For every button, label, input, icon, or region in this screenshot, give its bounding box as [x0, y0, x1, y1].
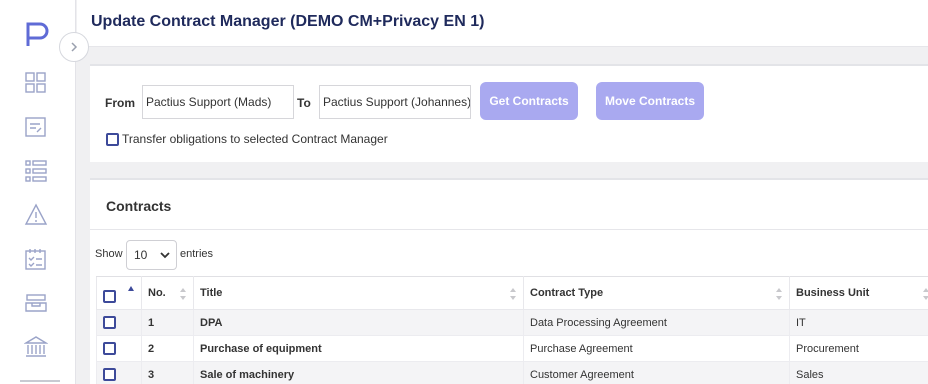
select-all-header[interactable]	[96, 276, 142, 310]
cell-contract-type: Purchase Agreement	[523, 335, 790, 362]
table-row[interactable]: 1 DPA Data Processing Agreement IT	[96, 309, 928, 336]
cell-title[interactable]: Purchase of equipment	[193, 335, 524, 362]
cell-contract-type: Data Processing Agreement	[523, 309, 790, 336]
from-manager-field[interactable]: Pactius Support (Mads)	[142, 85, 294, 119]
cell-no: 3	[141, 361, 194, 384]
cell-contract-type: Customer Agreement	[523, 361, 790, 384]
column-header-no[interactable]: No.	[141, 276, 194, 310]
transfer-obligations-checkbox[interactable]	[106, 133, 119, 146]
cell-business-unit: Sales	[789, 361, 928, 384]
cell-business-unit: Procurement	[789, 335, 928, 362]
chevron-right-icon	[71, 42, 78, 52]
transfer-obligations-label: Transfer obligations to selected Contrac…	[122, 132, 388, 146]
page-size-value: 10	[134, 248, 148, 262]
column-header-business-unit[interactable]: Business Unit	[789, 276, 928, 310]
column-header-no-label: No.	[148, 287, 166, 299]
sidebar-divider	[20, 380, 60, 382]
dashboard-grid-icon[interactable]	[24, 71, 48, 95]
entries-label: entries	[180, 248, 214, 260]
warning-icon[interactable]	[24, 203, 48, 227]
sidebar-toggle-button[interactable]	[59, 32, 89, 62]
table-row[interactable]: 3 Sale of machinery Customer Agreement S…	[96, 361, 928, 384]
move-contracts-button[interactable]: Move Contracts	[596, 82, 704, 120]
cell-title[interactable]: Sale of machinery	[193, 361, 524, 384]
sort-icon	[776, 288, 782, 300]
column-header-title-label: Title	[200, 287, 223, 299]
column-header-business-unit-label: Business Unit	[796, 287, 870, 299]
from-label: From	[105, 96, 135, 110]
select-all-checkbox[interactable]	[103, 289, 116, 303]
document-edit-icon[interactable]	[24, 115, 48, 139]
contracts-table: No. Title Contract Type Business Unit 1 …	[96, 276, 928, 384]
cell-business-unit: IT	[789, 309, 928, 336]
sort-icon	[923, 288, 928, 300]
sort-icon	[510, 288, 516, 300]
show-label: Show	[95, 248, 123, 260]
get-contracts-button[interactable]: Get Contracts	[480, 82, 578, 120]
column-header-title[interactable]: Title	[193, 276, 524, 310]
table-row[interactable]: 2 Purchase of equipment Purchase Agreeme…	[96, 335, 928, 362]
cell-no: 2	[141, 335, 194, 362]
transfer-form-panel: From Pactius Support (Mads) To Pactius S…	[90, 64, 928, 162]
row-checkbox[interactable]	[103, 316, 116, 329]
page-title: Update Contract Manager (DEMO CM+Privacy…	[91, 13, 485, 30]
bank-icon[interactable]	[24, 335, 48, 359]
inbox-tray-icon[interactable]	[24, 291, 48, 315]
to-manager-field[interactable]: Pactius Support (Johannes)	[319, 85, 471, 119]
row-checkbox[interactable]	[103, 342, 116, 355]
row-checkbox[interactable]	[103, 368, 116, 381]
list-icon[interactable]	[24, 159, 48, 183]
cell-title[interactable]: DPA	[193, 309, 524, 336]
to-label: To	[297, 96, 311, 110]
column-header-contract-type-label: Contract Type	[530, 287, 604, 299]
contracts-section-title: Contracts	[106, 198, 172, 214]
table-header-row: No. Title Contract Type Business Unit	[96, 276, 928, 310]
sort-icon	[180, 288, 186, 300]
column-header-contract-type[interactable]: Contract Type	[523, 276, 790, 310]
cell-no: 1	[141, 309, 194, 336]
section-divider	[90, 229, 928, 230]
chevron-down-icon	[160, 252, 170, 259]
calendar-check-icon[interactable]	[24, 247, 48, 271]
sort-asc-icon	[128, 286, 134, 291]
header: Update Contract Manager (DEMO CM+Privacy…	[77, 0, 928, 47]
contracts-panel: Contracts Show 10 entries No. Title Cont…	[90, 178, 928, 384]
pactius-logo-icon[interactable]	[24, 20, 52, 48]
page-size-select[interactable]: 10	[126, 240, 177, 270]
